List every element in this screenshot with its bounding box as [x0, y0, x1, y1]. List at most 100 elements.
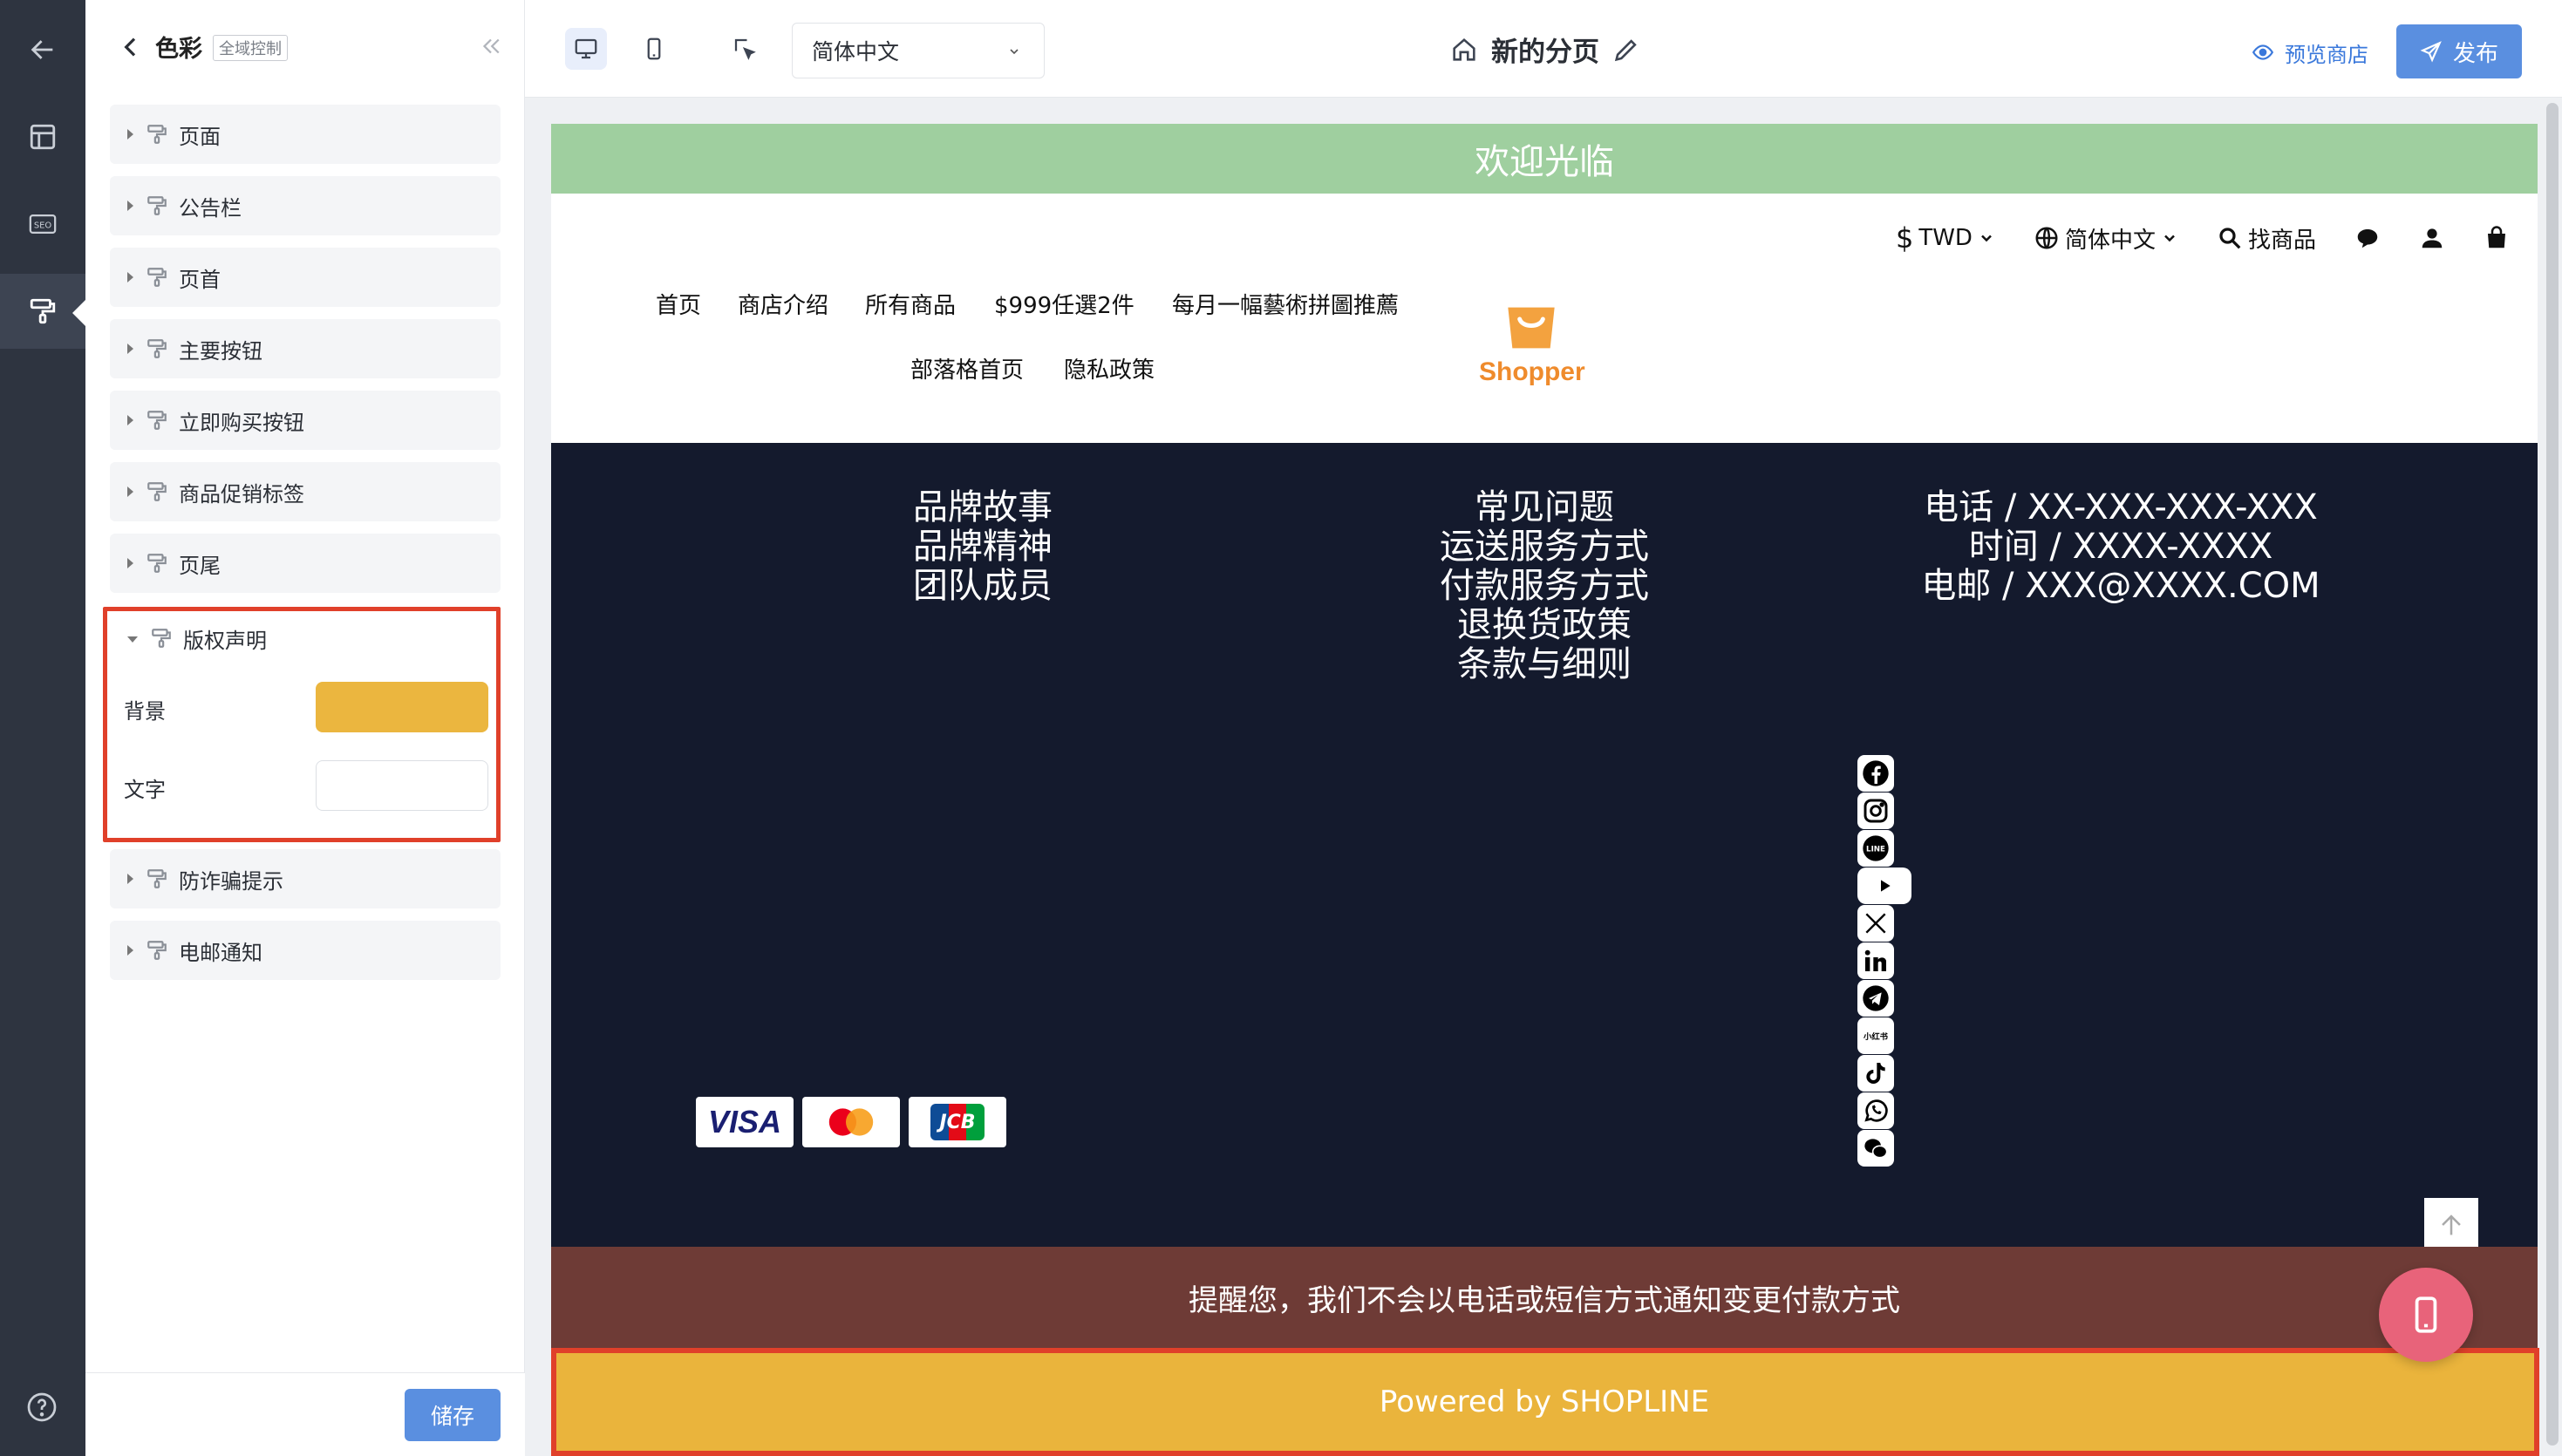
footer-link[interactable]: 品牌精神	[882, 527, 1083, 567]
caret-right-icon	[127, 415, 133, 425]
preview-label: 预览商店	[2285, 42, 2368, 67]
language-select[interactable]: 简体中文	[792, 23, 1045, 78]
chevron-down-icon	[1010, 49, 1019, 55]
chevron-left-icon[interactable]	[117, 31, 145, 63]
theme-editor: SEO 色彩 全域控制 页面 公告栏 页首 主要按钮 立即购买按钮 商品促销标签…	[0, 0, 2562, 1456]
footer-link[interactable]: 付款服务方式	[1423, 567, 1666, 606]
settings-panel: 色彩 全域控制 页面 公告栏 页首 主要按钮 立即购买按钮 商品促销标签 页尾 …	[85, 0, 525, 1456]
wechat-icon[interactable]	[1857, 1130, 1894, 1167]
facebook-icon[interactable]	[1857, 755, 1894, 792]
telegram-icon[interactable]	[1857, 980, 1894, 1017]
mobile-icon	[647, 37, 661, 60]
pencil-edit-icon[interactable]	[1611, 35, 1641, 65]
store-logo[interactable]: Shopper	[1479, 302, 1585, 387]
visa-payment-icon: VISA	[696, 1097, 794, 1147]
message-link[interactable]	[2354, 225, 2381, 251]
paint-roller-icon	[147, 411, 167, 430]
collapse-panel-icon[interactable]	[478, 33, 504, 59]
nav-link[interactable]: $999任選2件	[994, 288, 1135, 320]
nav-link[interactable]: 首页	[656, 288, 701, 320]
highlight-copyright-bar	[551, 1348, 2539, 1456]
line-icon[interactable]: LINE	[1857, 830, 1894, 867]
youtube-icon[interactable]	[1857, 867, 1911, 904]
section-label: 商品促销标签	[179, 481, 304, 507]
section-announcement[interactable]: 公告栏	[110, 176, 501, 235]
background-color-swatch[interactable]	[316, 682, 488, 732]
select-element-button[interactable]	[724, 28, 766, 70]
mobile-preview-button[interactable]	[2379, 1268, 2473, 1362]
search-link[interactable]: 找商品	[2217, 222, 2316, 255]
account-link[interactable]	[2419, 225, 2445, 251]
tiktok-icon[interactable]	[1857, 1055, 1894, 1092]
help-icon[interactable]	[26, 1391, 58, 1423]
section-buy-now-button[interactable]: 立即购买按钮	[110, 391, 501, 450]
section-promo-tag[interactable]: 商品促销标签	[110, 462, 501, 521]
save-button[interactable]: 储存	[405, 1389, 501, 1441]
footer-link[interactable]: 品牌故事	[882, 488, 1083, 527]
section-primary-button[interactable]: 主要按钮	[110, 319, 501, 378]
announcement-bar[interactable]: 欢迎光临	[551, 124, 2538, 194]
preview-scrollbar[interactable]	[2546, 103, 2559, 1446]
caret-right-icon	[127, 344, 133, 354]
footer-link[interactable]: 常见问题	[1423, 488, 1666, 527]
section-email-notification[interactable]: 电邮通知	[110, 921, 501, 980]
whatsapp-icon[interactable]	[1857, 1092, 1894, 1129]
nav-link[interactable]: 部落格首页	[910, 352, 1024, 384]
footer-link[interactable]: 团队成员	[882, 567, 1083, 606]
rail-active-pointer	[72, 299, 86, 327]
footer-link[interactable]: 退换货政策	[1423, 606, 1666, 645]
background-color-label: 背景	[124, 699, 166, 724]
publish-button[interactable]: 发布	[2396, 24, 2522, 78]
contact-phone: 电话 / XX-XXX-XXX-XXX	[1924, 487, 2318, 527]
social-links: LINE 小红书	[1857, 755, 1911, 1167]
paint-roller-icon	[30, 298, 56, 324]
shopping-bag-logo-icon	[1508, 307, 1555, 349]
currency-selector[interactable]: $ TWD	[1896, 221, 1995, 255]
section-copyright[interactable]: 版权声明	[110, 609, 501, 668]
mobile-icon	[2415, 1296, 2437, 1333]
text-color-swatch[interactable]	[316, 760, 488, 811]
nav-link[interactable]: 所有商品	[865, 288, 956, 320]
caret-down-icon	[127, 636, 138, 643]
global-control-tag: 全域控制	[213, 35, 288, 61]
cart-link[interactable]	[2484, 225, 2510, 251]
mobile-view-button[interactable]	[633, 28, 675, 70]
left-rail: SEO	[0, 0, 86, 1456]
contact-email: 电邮 / XXX@XXXX.COM	[1921, 566, 2320, 606]
nav-link[interactable]: 商店介绍	[738, 288, 828, 320]
store-footer: 品牌故事 品牌精神 团队成员 常见问题 运送服务方式 付款服务方式 退换货政策 …	[551, 443, 2538, 1252]
store-preview: 欢迎光临 $ TWD 简体中文 找商品 首页 商店介绍 所有商品 $999任選2…	[551, 124, 2538, 1456]
caret-right-icon	[127, 874, 133, 884]
footer-column-brand: 品牌故事 品牌精神 团队成员	[882, 488, 1083, 606]
x-icon[interactable]	[1857, 905, 1894, 942]
section-label: 防诈骗提示	[179, 868, 283, 894]
section-page[interactable]: 页面	[110, 105, 501, 164]
footer-link[interactable]: 运送服务方式	[1423, 527, 1666, 567]
anti-fraud-notice: 提醒您，我们不会以电话或短信方式通知变更付款方式	[551, 1247, 2538, 1348]
exit-editor-button[interactable]	[0, 12, 85, 87]
search-icon	[2219, 228, 2241, 249]
xiaohongshu-icon[interactable]: 小红书	[1857, 1017, 1894, 1054]
paint-roller-icon	[147, 196, 167, 215]
scroll-to-top-button[interactable]	[2424, 1198, 2478, 1252]
nav-link[interactable]: 隐私政策	[1064, 352, 1155, 384]
paint-roller-icon	[152, 629, 171, 648]
language-selector[interactable]: 简体中文	[2034, 222, 2178, 255]
section-footer[interactable]: 页尾	[110, 534, 501, 593]
instagram-icon[interactable]	[1857, 793, 1894, 829]
footer-link[interactable]: 条款与细则	[1423, 645, 1666, 684]
paint-roller-icon	[147, 554, 167, 573]
paint-roller-icon	[147, 268, 167, 287]
seo-button[interactable]: SEO	[0, 187, 85, 262]
linkedin-icon[interactable]	[1857, 942, 1894, 979]
chat-bubble-icon	[2357, 229, 2378, 248]
desktop-view-button[interactable]	[565, 28, 607, 70]
section-label: 版权声明	[183, 628, 267, 653]
nav-link[interactable]: 每月一幅藝術拼圖推薦	[1172, 288, 1399, 320]
search-label: 找商品	[2247, 227, 2316, 254]
section-header[interactable]: 页首	[110, 248, 501, 307]
preview-store-button[interactable]: 预览商店	[2252, 31, 2368, 73]
chevron-down-icon	[1981, 235, 1992, 242]
layout-button[interactable]	[0, 99, 85, 174]
section-anti-fraud[interactable]: 防诈骗提示	[110, 849, 501, 908]
